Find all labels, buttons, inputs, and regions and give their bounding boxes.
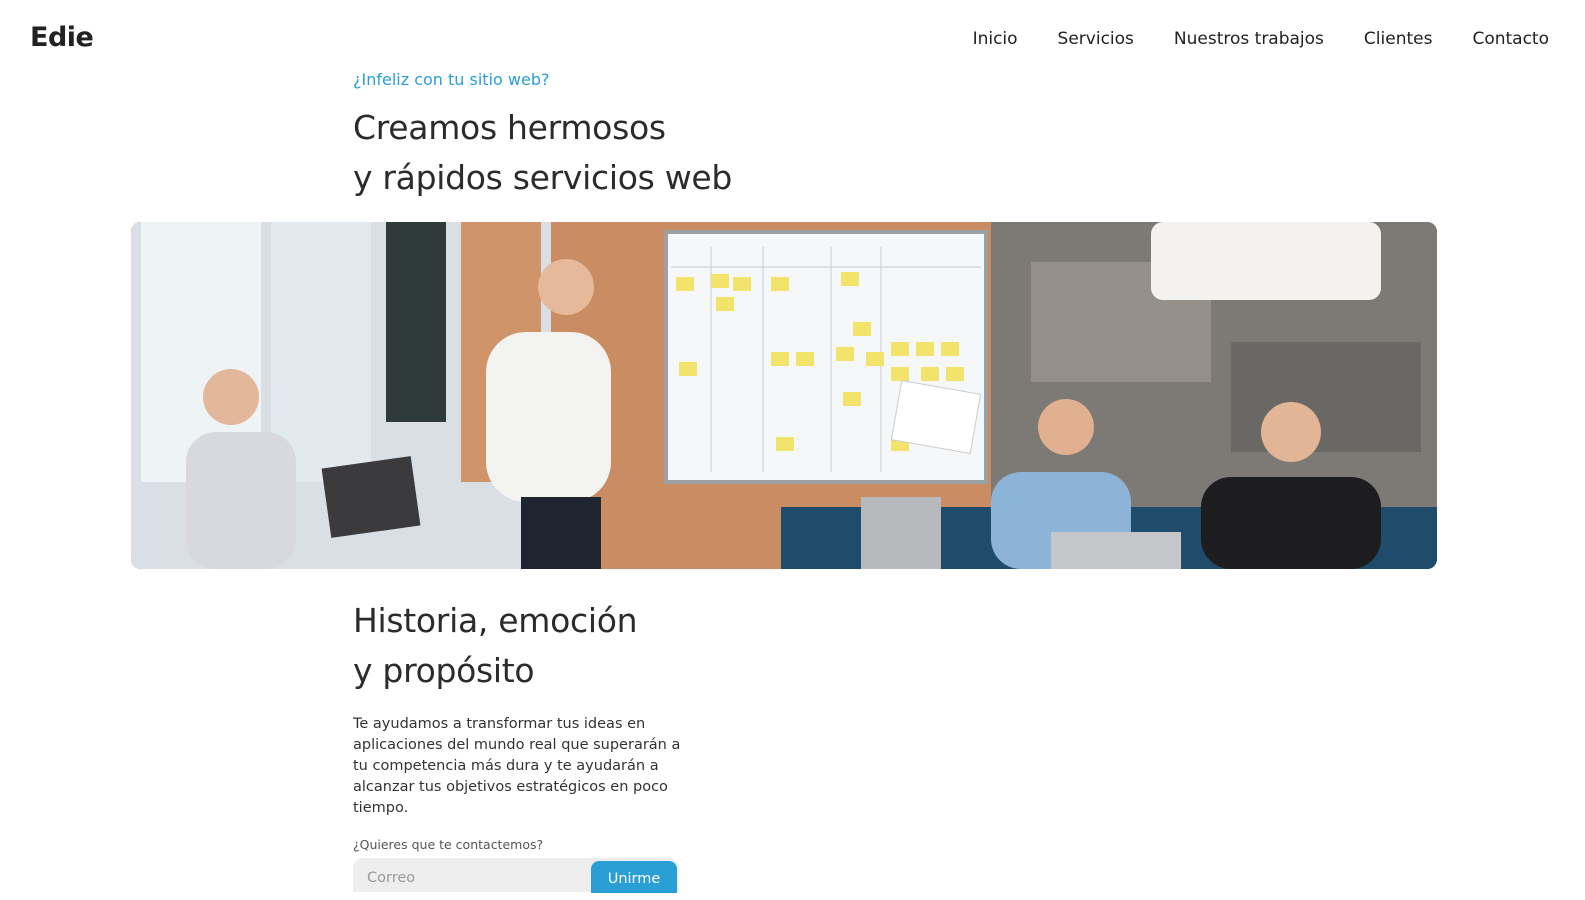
- contact-form: Unirme: [353, 858, 679, 893]
- hero-title-line-2: y rápidos servicios web: [353, 158, 733, 197]
- section-title: Historia, emoción y propósito: [353, 596, 693, 696]
- nav-item-inicio[interactable]: Inicio: [973, 29, 1018, 49]
- brand-logo[interactable]: Edie: [30, 22, 94, 53]
- hero-banner-image: [131, 222, 1437, 569]
- email-input[interactable]: [353, 858, 589, 892]
- about-section: Historia, emoción y propósito Te ayudamo…: [353, 596, 693, 893]
- main-nav: Inicio Servicios Nuestros trabajos Clien…: [933, 29, 1549, 49]
- section-title-line-2: y propósito: [353, 651, 535, 690]
- join-button[interactable]: Unirme: [591, 861, 677, 893]
- team-meeting-illustration: [131, 222, 1437, 569]
- nav-item-nuestros-trabajos[interactable]: Nuestros trabajos: [1174, 29, 1324, 49]
- hero-section: ¿Infeliz con tu sitio web? Creamos hermo…: [353, 70, 1053, 203]
- hero-eyebrow: ¿Infeliz con tu sitio web?: [353, 70, 550, 89]
- section-description: Te ayudamos a transformar tus ideas en a…: [353, 716, 681, 816]
- section-title-line-1: Historia, emoción: [353, 601, 638, 640]
- contact-label: ¿Quieres que te contactemos?: [353, 837, 544, 852]
- hero-title: Creamos hermosos y rápidos servicios web: [353, 103, 1053, 203]
- nav-item-servicios[interactable]: Servicios: [1058, 29, 1134, 49]
- nav-item-clientes[interactable]: Clientes: [1364, 29, 1433, 49]
- hero-title-line-1: Creamos hermosos: [353, 108, 666, 147]
- nav-item-contacto[interactable]: Contacto: [1472, 29, 1549, 49]
